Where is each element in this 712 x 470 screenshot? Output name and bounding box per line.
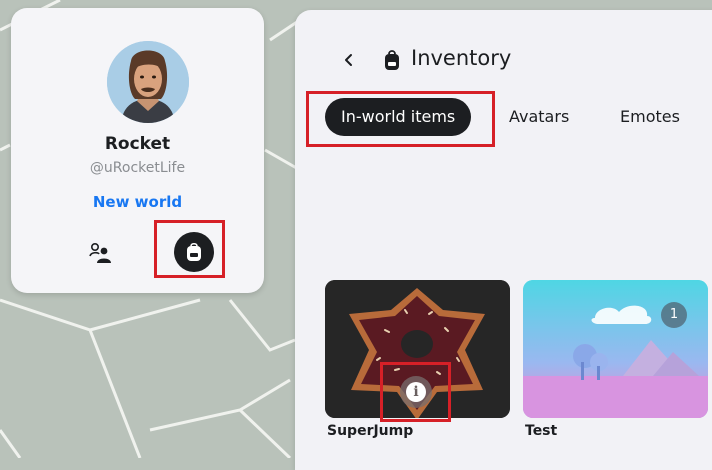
backpack-icon	[187, 242, 201, 261]
tab-emotes[interactable]: Emotes	[606, 98, 694, 136]
friends-icon[interactable]	[89, 241, 115, 265]
page-title: Inventory	[411, 46, 512, 70]
chevron-left-icon[interactable]	[338, 48, 362, 72]
profile-card: Rocket @uRocketLife New world	[11, 8, 264, 293]
inventory-panel: Inventory In-world items Avatars Emotes …	[295, 10, 712, 470]
item-card-test[interactable]: 1	[523, 280, 708, 418]
new-world-link[interactable]: New world	[11, 193, 264, 211]
info-icon[interactable]: i	[400, 376, 432, 408]
avatar[interactable]	[107, 41, 189, 123]
tab-avatars[interactable]: Avatars	[495, 98, 583, 136]
tab-in-world-items[interactable]: In-world items	[325, 98, 472, 136]
item-name-test: Test	[525, 423, 558, 439]
inventory-button[interactable]	[174, 232, 214, 272]
landscape-thumbnail	[523, 280, 708, 418]
backpack-icon	[383, 49, 401, 75]
profile-name: Rocket	[104, 134, 171, 154]
item-name-superjump: SuperJump	[327, 423, 414, 439]
count-badge: 1	[661, 302, 687, 328]
profile-handle: @uRocketLife	[89, 160, 186, 176]
